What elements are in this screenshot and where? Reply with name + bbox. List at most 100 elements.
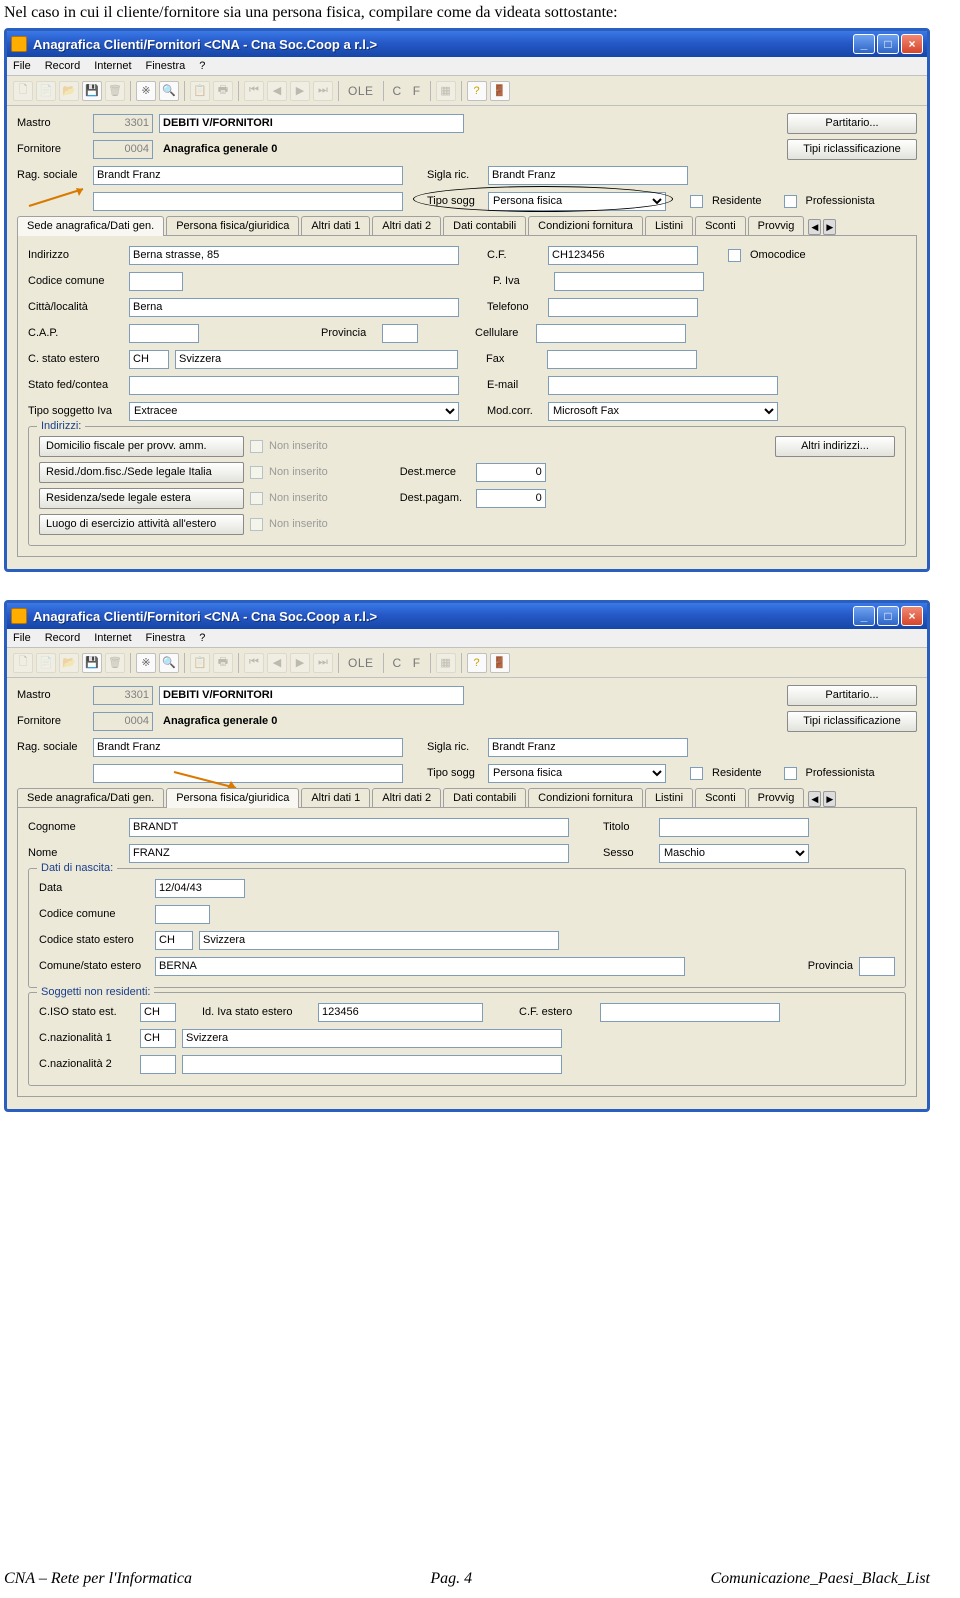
save-icon[interactable]: 💾: [82, 81, 102, 101]
menu-help[interactable]: ?: [199, 60, 205, 72]
sigla-input[interactable]: [488, 738, 688, 757]
titolo-input[interactable]: [659, 818, 809, 837]
menu-finestra[interactable]: Finestra: [146, 632, 186, 644]
professionista-checkbox[interactable]: [784, 195, 797, 208]
c-label[interactable]: C: [393, 656, 402, 670]
menu-finestra[interactable]: Finestra: [146, 60, 186, 72]
menu-record[interactable]: Record: [45, 632, 80, 644]
cstato-input[interactable]: [129, 350, 169, 369]
cnaz1-input[interactable]: [140, 1029, 176, 1048]
cnaz2-input[interactable]: [140, 1055, 176, 1074]
doc-icon[interactable]: 📋: [190, 653, 210, 673]
copy-icon[interactable]: 📄: [36, 653, 56, 673]
luogo-estero-button[interactable]: Luogo di esercizio attività all'estero: [39, 514, 244, 535]
prev-icon[interactable]: ◀: [267, 81, 287, 101]
idiva-input[interactable]: [318, 1003, 483, 1022]
resid-estera-button[interactable]: Residenza/sede legale estera: [39, 488, 244, 509]
resid-italia-button[interactable]: Resid./dom.fisc./Sede legale Italia: [39, 462, 244, 483]
sesso-select[interactable]: Maschio: [659, 844, 809, 863]
delete-icon[interactable]: 🗑: [105, 653, 125, 673]
modcorr-select[interactable]: Microsoft Fax: [548, 402, 778, 421]
nasc-comune-input[interactable]: [155, 957, 685, 976]
first-icon[interactable]: ⏮: [244, 81, 264, 101]
sfed-input[interactable]: [129, 376, 459, 395]
tiposogg-select[interactable]: Persona fisica: [488, 764, 666, 783]
citta-input[interactable]: [129, 298, 459, 317]
minimize-button[interactable]: _: [853, 34, 875, 54]
nome-input[interactable]: [129, 844, 569, 863]
fax-input[interactable]: [547, 350, 697, 369]
menu-file[interactable]: File: [13, 60, 31, 72]
altri-indirizzi-button[interactable]: Altri indirizzi...: [775, 436, 895, 457]
binoculars-icon[interactable]: 🔍: [159, 81, 179, 101]
destpag-input[interactable]: [476, 489, 546, 508]
tab-persona[interactable]: Persona fisica/giuridica: [166, 216, 299, 235]
residente-checkbox[interactable]: [690, 195, 703, 208]
tel-input[interactable]: [548, 298, 698, 317]
tab-altri1[interactable]: Altri dati 1: [301, 216, 370, 235]
partitario-button[interactable]: Partitario...: [787, 685, 917, 706]
cstato-desc[interactable]: [175, 350, 458, 369]
first-icon[interactable]: ⏮: [244, 653, 264, 673]
codcom-input[interactable]: [129, 272, 183, 291]
tab-conta[interactable]: Dati contabili: [443, 216, 526, 235]
close-button[interactable]: ×: [901, 606, 923, 626]
minimize-button[interactable]: _: [853, 606, 875, 626]
tab-altri2[interactable]: Altri dati 2: [372, 788, 441, 807]
tab-next-icon[interactable]: ▶: [823, 791, 836, 807]
tab-prev-icon[interactable]: ◀: [808, 791, 821, 807]
email-input[interactable]: [548, 376, 778, 395]
doc-icon[interactable]: 📋: [190, 81, 210, 101]
cap-input[interactable]: [129, 324, 199, 343]
ragsociale-input[interactable]: [93, 166, 403, 185]
star-icon[interactable]: ※: [136, 653, 156, 673]
exit-icon[interactable]: 🚪: [490, 81, 510, 101]
ragsociale2-input[interactable]: [93, 192, 403, 211]
mastro-desc[interactable]: [159, 114, 464, 133]
tab-cond[interactable]: Condizioni fornitura: [528, 788, 643, 807]
menu-internet[interactable]: Internet: [94, 60, 131, 72]
tab-sconti[interactable]: Sconti: [695, 788, 746, 807]
star-icon[interactable]: ※: [136, 81, 156, 101]
nasc-prov-input[interactable]: [859, 957, 895, 976]
indirizzo-input[interactable]: [129, 246, 459, 265]
f-label[interactable]: F: [413, 656, 421, 670]
open-icon[interactable]: 📂: [59, 653, 79, 673]
tab-altri1[interactable]: Altri dati 1: [301, 788, 370, 807]
last-icon[interactable]: ⏭: [313, 653, 333, 673]
save-icon[interactable]: 💾: [82, 653, 102, 673]
dom-fisc-button[interactable]: Domicilio fiscale per provv. amm.: [39, 436, 244, 457]
nasc-codcom-input[interactable]: [155, 905, 210, 924]
mastro-desc[interactable]: [159, 686, 464, 705]
tab-prev-icon[interactable]: ◀: [808, 219, 821, 235]
tab-sede[interactable]: Sede anagrafica/Dati gen.: [17, 788, 164, 807]
cel-input[interactable]: [536, 324, 686, 343]
piva-input[interactable]: [554, 272, 704, 291]
prev-icon[interactable]: ◀: [267, 653, 287, 673]
tab-altri2[interactable]: Altri dati 2: [372, 216, 441, 235]
residente-checkbox[interactable]: [690, 767, 703, 780]
destmerce-input[interactable]: [476, 463, 546, 482]
tiva-select[interactable]: Extracee: [129, 402, 459, 421]
tiposogg-select[interactable]: Persona fisica: [488, 192, 666, 211]
grid-icon[interactable]: ▦: [436, 81, 456, 101]
print-icon[interactable]: 🖶: [213, 653, 233, 673]
tab-persona[interactable]: Persona fisica/giuridica: [166, 788, 299, 808]
next-icon[interactable]: ▶: [290, 653, 310, 673]
tab-sede[interactable]: Sede anagrafica/Dati gen.: [17, 216, 164, 236]
cnaz1-desc[interactable]: [182, 1029, 562, 1048]
close-button[interactable]: ×: [901, 34, 923, 54]
f-label[interactable]: F: [413, 84, 421, 98]
riclassificazione-button[interactable]: Tipi riclassificazione: [787, 711, 917, 732]
tab-sconti[interactable]: Sconti: [695, 216, 746, 235]
help-icon[interactable]: ?: [467, 653, 487, 673]
tab-cond[interactable]: Condizioni fornitura: [528, 216, 643, 235]
new-icon[interactable]: 🗋: [13, 653, 33, 673]
ole-label[interactable]: OLE: [348, 84, 374, 98]
ciso-input[interactable]: [140, 1003, 176, 1022]
last-icon[interactable]: ⏭: [313, 81, 333, 101]
tab-provvig[interactable]: Provvig: [748, 216, 805, 235]
delete-icon[interactable]: 🗑: [105, 81, 125, 101]
menu-file[interactable]: File: [13, 632, 31, 644]
riclassificazione-button[interactable]: Tipi riclassificazione: [787, 139, 917, 160]
